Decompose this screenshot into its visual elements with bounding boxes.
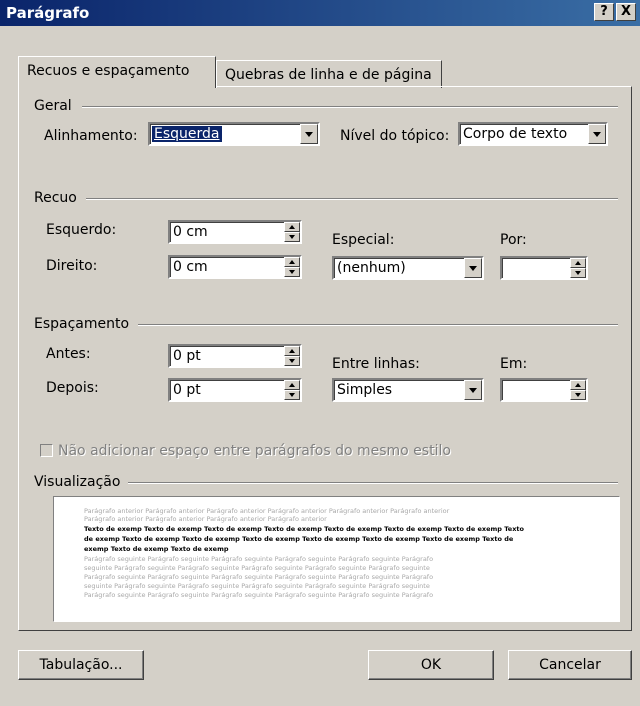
indent-left-value: 0 cm — [173, 224, 208, 240]
general-divider — [82, 106, 618, 108]
preview-line: de exemp Texto de exemp Texto de exemp T… — [84, 535, 514, 543]
by-label: Por: — [500, 232, 527, 248]
special-value: (nenhum) — [337, 260, 406, 276]
chevron-down-icon[interactable] — [464, 380, 482, 400]
line-spacing-value: Simples — [337, 382, 393, 398]
ok-button[interactable]: OK — [368, 650, 494, 680]
close-icon: X — [620, 4, 632, 19]
alignment-label: Alinhamento: — [44, 128, 138, 144]
indent-left-spinner[interactable]: 0 cm — [168, 220, 302, 244]
special-select[interactable]: (nenhum) — [332, 256, 484, 280]
tab-label: Quebras de linha e de página — [225, 67, 432, 83]
at-label: Em: — [500, 356, 528, 372]
preview-line: Parágrafo anterior Parágrafo anterior Pa… — [84, 515, 327, 523]
chevron-down-icon[interactable] — [300, 124, 318, 144]
general-section-label: Geral — [34, 98, 72, 114]
spacing-before-spinner[interactable]: 0 pt — [168, 344, 302, 368]
spacing-before-label: Antes: — [46, 346, 91, 362]
chevron-down-icon[interactable] — [588, 124, 606, 144]
spacing-section-label: Espaçamento — [34, 316, 130, 332]
indent-right-value: 0 cm — [173, 259, 208, 275]
outline-level-value: Corpo de texto — [463, 126, 568, 142]
spinner-arrows-icon[interactable] — [284, 380, 300, 400]
indent-section-label: Recuo — [34, 190, 77, 206]
preview-box: Parágrafo anterior Parágrafo anterior Pa… — [53, 496, 620, 622]
indent-left-label: Esquerdo: — [46, 222, 117, 238]
indent-divider — [86, 198, 618, 200]
preview-line: Texto de exemp Texto de exemp Texto de e… — [84, 525, 524, 533]
spinner-arrows-icon[interactable] — [284, 222, 300, 242]
preview-line: seguinte Parágrafo seguinte Parágrafo se… — [84, 564, 430, 572]
indent-right-label: Direito: — [46, 258, 98, 274]
help-button[interactable]: ? — [594, 3, 614, 21]
spinner-arrows-icon[interactable] — [284, 257, 300, 277]
spinner-arrows-icon[interactable] — [284, 346, 300, 366]
tab-indents-spacing[interactable]: Recuos e espaçamento — [18, 56, 216, 88]
line-spacing-select[interactable]: Simples — [332, 378, 484, 402]
ok-button-label: OK — [420, 657, 442, 673]
preview-divider — [128, 482, 618, 484]
preview-line: Parágrafo anterior Parágrafo anterior Pa… — [84, 507, 450, 515]
tabs-button[interactable]: Tabulação... — [18, 650, 144, 680]
tab-line-page-breaks[interactable]: Quebras de linha e de página — [216, 60, 442, 88]
preview-section-label: Visualização — [34, 474, 121, 490]
spinner-arrows-icon[interactable] — [570, 380, 586, 400]
no-space-checkbox[interactable] — [40, 444, 53, 457]
close-button[interactable]: X — [616, 3, 636, 21]
preview-line: seguinte Parágrafo seguinte Parágrafo se… — [84, 582, 430, 590]
preview-line: Parágrafo seguinte Parágrafo seguinte Pa… — [84, 555, 434, 563]
spacing-after-spinner[interactable]: 0 pt — [168, 378, 302, 402]
spacing-divider — [138, 324, 618, 326]
cancel-button-label: Cancelar — [539, 657, 601, 673]
preview-line: exemp Texto de exemp Texto de exemp — [84, 545, 229, 553]
help-icon: ? — [600, 4, 608, 19]
preview-line: Parágrafo seguinte Parágrafo seguinte Pa… — [84, 573, 434, 581]
alignment-value: Esquerda — [152, 126, 222, 142]
spacing-after-label: Depois: — [46, 380, 99, 396]
spacing-after-value: 0 pt — [173, 382, 201, 398]
line-spacing-label: Entre linhas: — [332, 356, 420, 372]
chevron-down-icon[interactable] — [464, 258, 482, 278]
spinner-arrows-icon[interactable] — [570, 258, 586, 278]
special-label: Especial: — [332, 232, 395, 248]
no-space-checkbox-label: Não adicionar espaço entre parágrafos do… — [58, 443, 451, 459]
window-title: Parágrafo — [6, 4, 90, 22]
by-spinner[interactable] — [500, 256, 588, 280]
tab-label: Recuos e espaçamento — [27, 63, 190, 79]
indent-right-spinner[interactable]: 0 cm — [168, 255, 302, 279]
outline-level-label: Nível do tópico: — [340, 128, 450, 144]
outline-level-select[interactable]: Corpo de texto — [458, 122, 608, 146]
tabs-button-label: Tabulação... — [39, 657, 123, 673]
at-spinner[interactable] — [500, 378, 588, 402]
alignment-select[interactable]: Esquerda — [148, 122, 320, 146]
cancel-button[interactable]: Cancelar — [508, 650, 632, 680]
title-bar: Parágrafo ? X — [0, 0, 640, 26]
preview-line: Parágrafo seguinte Parágrafo seguinte Pa… — [84, 591, 434, 599]
spacing-before-value: 0 pt — [173, 348, 201, 364]
